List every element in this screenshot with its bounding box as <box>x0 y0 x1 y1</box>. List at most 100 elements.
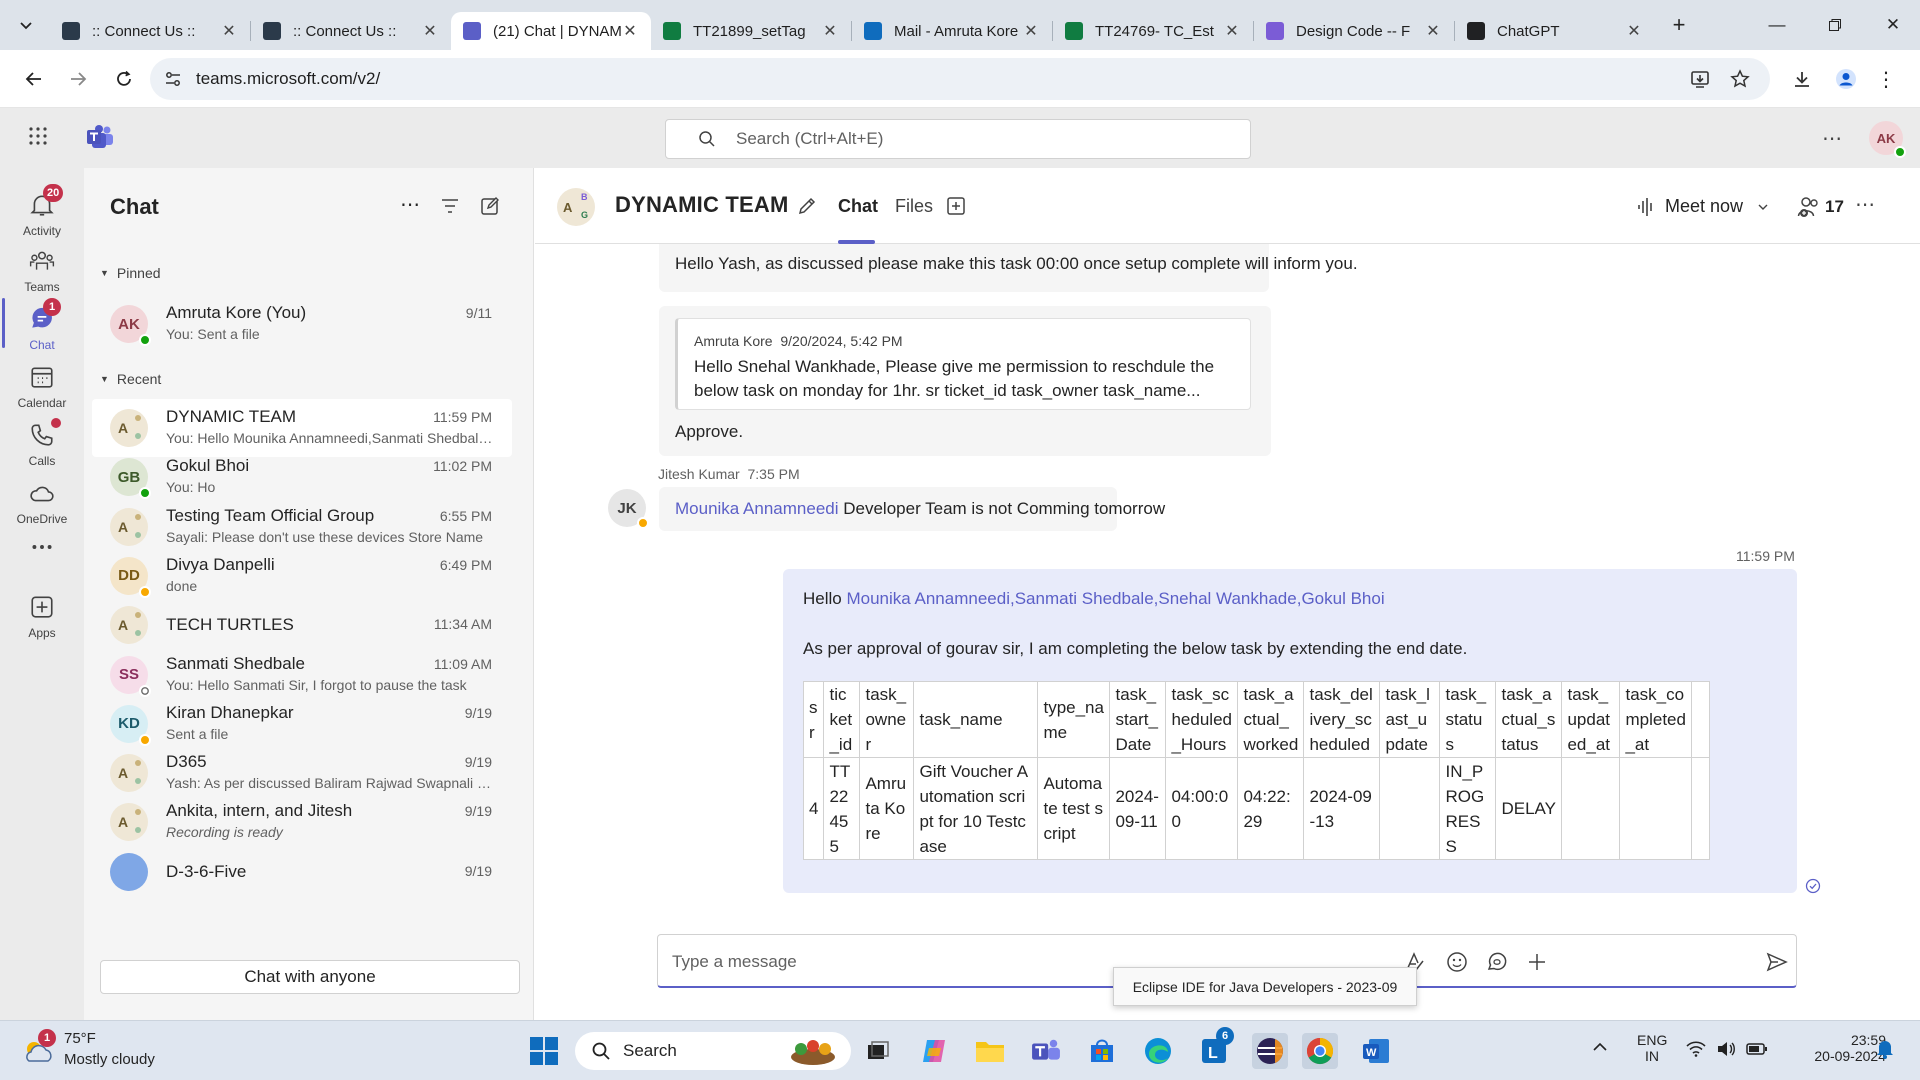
battery-icon[interactable] <box>1746 1041 1768 1057</box>
close-tab-icon[interactable]: ✕ <box>421 22 439 40</box>
app-launcher-icon[interactable] <box>28 126 48 146</box>
windows-start-icon[interactable] <box>526 1033 562 1069</box>
teams-taskbar-icon[interactable] <box>1028 1033 1064 1069</box>
rail-item-onedrive[interactable]: OneDrive <box>0 462 84 526</box>
edit-name-icon[interactable] <box>797 196 817 216</box>
rail-item-teams[interactable]: Teams <box>0 230 84 294</box>
taskbar-search[interactable]: Search <box>575 1032 851 1070</box>
rail-item-chat[interactable]: 1 Chat <box>0 288 84 352</box>
participants-button[interactable]: 17 <box>1797 196 1844 218</box>
close-tab-icon[interactable]: ✕ <box>1625 22 1643 40</box>
chat-list-more-icon[interactable]: ⋯ <box>400 192 420 217</box>
user-avatar[interactable]: AK <box>1869 121 1906 158</box>
member-dot <box>135 630 141 637</box>
copilot-icon[interactable] <box>916 1033 952 1069</box>
rail-item-activity[interactable]: 20 Activity <box>0 174 84 238</box>
message-bubble[interactable]: Mounika Annamneedi Developer Team is not… <box>659 487 1165 531</box>
teams-search-input[interactable]: Search (Ctrl+Alt+E) <box>665 119 1251 159</box>
message-bubble[interactable]: Amruta Kore 9/20/2024, 5:42 PM Hello Sne… <box>659 306 1271 456</box>
browser-tab[interactable]: :: Connect Us :: ✕ <box>50 12 250 50</box>
my-message-bubble[interactable]: Hello Mounika Annamneedi,Sanmati Shedbal… <box>783 569 1797 893</box>
rail-item-calls[interactable]: Calls <box>0 404 84 468</box>
mention[interactable]: Mounika Annamneedi <box>675 499 839 518</box>
conversation-more-icon[interactable]: ⋯ <box>1855 192 1875 217</box>
send-icon[interactable] <box>1764 949 1790 975</box>
rail-item-more[interactable] <box>0 518 84 582</box>
browser-tab[interactable]: ChatGPT ✕ <box>1455 12 1655 50</box>
quoted-message[interactable]: Amruta Kore 9/20/2024, 5:42 PM Hello Sne… <box>675 318 1251 410</box>
minimize-button[interactable]: — <box>1748 0 1806 50</box>
notification-bell-icon[interactable] <box>1876 1039 1894 1059</box>
browser-tab[interactable]: :: Connect Us :: ✕ <box>251 12 451 50</box>
filter-icon[interactable] <box>440 196 460 216</box>
language-indicator[interactable]: ENG IN <box>1637 1032 1667 1064</box>
weather-temp[interactable]: 75°F <box>64 1030 96 1047</box>
edge-icon[interactable] <box>1140 1033 1176 1069</box>
table-header-cell: task_start_Date <box>1109 681 1167 758</box>
chrome-icon[interactable] <box>1302 1033 1338 1069</box>
browser-tab[interactable]: (21) Chat | DYNAMIC TEAM✕ <box>451 12 651 50</box>
tab-search-button[interactable] <box>6 8 46 42</box>
chat-list-item[interactable]: AK Amruta Kore (You) You: Sent a file 9/11 <box>92 295 512 353</box>
rail-item-calendar[interactable]: Calendar <box>0 346 84 410</box>
word-icon[interactable]: W <box>1358 1033 1394 1069</box>
outlook-icon[interactable]: L 6 <box>1196 1027 1234 1069</box>
weather-desc[interactable]: Mostly cloudy <box>64 1051 155 1068</box>
tab-files[interactable]: Files <box>895 196 933 217</box>
close-tab-icon[interactable]: ✕ <box>220 22 238 40</box>
chat-with-anyone-button[interactable]: Chat with anyone <box>100 960 520 994</box>
back-button[interactable] <box>14 59 54 99</box>
chat-icon: 1 <box>29 298 61 332</box>
browser-tab[interactable]: Mail - Amruta Kore ✕ <box>852 12 1052 50</box>
clock[interactable]: 23:59 20-09-2024 <box>1808 1032 1886 1064</box>
volume-icon[interactable] <box>1716 1041 1736 1057</box>
browser-tab[interactable]: TT21899_setTag ✕ <box>651 12 851 50</box>
install-app-icon[interactable] <box>1680 50 1720 108</box>
meet-now-button[interactable]: Meet now <box>1637 196 1769 217</box>
new-tab-button[interactable]: + <box>1663 9 1695 41</box>
mention[interactable]: Mounika Annamneedi <box>846 589 1010 608</box>
file-explorer-icon[interactable] <box>972 1033 1008 1069</box>
tab-chat[interactable]: Chat <box>838 196 878 217</box>
weather-widget-icon[interactable]: 1 <box>20 1029 56 1067</box>
close-tab-icon[interactable]: ✕ <box>1424 22 1442 40</box>
close-window-button[interactable]: ✕ <box>1864 0 1920 50</box>
close-tab-icon[interactable]: ✕ <box>621 22 639 40</box>
sender-avatar[interactable]: JK <box>608 489 649 529</box>
task-view-icon[interactable] <box>860 1033 896 1069</box>
browser-menu-icon[interactable]: ⋮ <box>1866 50 1906 108</box>
mention[interactable]: Gokul Bhoi <box>1301 589 1384 608</box>
wifi-icon[interactable] <box>1686 1041 1706 1057</box>
site-info-icon[interactable] <box>164 70 182 88</box>
close-tab-icon[interactable]: ✕ <box>1223 22 1241 40</box>
browser-tab[interactable]: TT24769- TC_Est ✕ <box>1053 12 1253 50</box>
show-hidden-icons[interactable] <box>1592 1039 1608 1055</box>
mention[interactable]: Sanmati Shedbale <box>1015 589 1154 608</box>
caret-down-icon: ▼ <box>100 374 109 384</box>
recent-section-header[interactable]: ▼ Recent <box>100 371 161 387</box>
chat-name: D-3-6-Five <box>166 861 247 881</box>
pinned-section-header[interactable]: ▼ Pinned <box>100 265 161 281</box>
presence-available-icon <box>1894 146 1906 158</box>
close-tab-icon[interactable]: ✕ <box>821 22 839 40</box>
browser-tab[interactable]: Design Code -- F ✕ <box>1254 12 1454 50</box>
forward-button[interactable] <box>58 59 98 99</box>
add-tab-icon[interactable] <box>946 196 966 216</box>
new-chat-icon[interactable] <box>480 196 500 216</box>
downloads-icon[interactable] <box>1782 50 1822 108</box>
settings-more-icon[interactable]: ⋯ <box>1822 126 1843 151</box>
bookmark-star-icon[interactable] <box>1720 50 1760 108</box>
plus-icon[interactable] <box>1524 949 1550 975</box>
loop-icon[interactable] <box>1484 949 1510 975</box>
url-omnibox[interactable]: teams.microsoft.com/v2/ <box>150 58 1770 100</box>
profile-icon[interactable] <box>1826 50 1866 108</box>
store-icon[interactable] <box>1084 1033 1120 1069</box>
chat-list-item[interactable]: D-3-6-Five 9/19 <box>92 843 512 901</box>
restore-button[interactable] <box>1806 0 1864 50</box>
eclipse-icon[interactable] <box>1252 1033 1288 1069</box>
close-tab-icon[interactable]: ✕ <box>1022 22 1040 40</box>
emoji-icon[interactable] <box>1444 949 1470 975</box>
mention[interactable]: Snehal Wankhade <box>1158 589 1296 608</box>
rail-item-apps[interactable]: Apps <box>0 576 84 640</box>
reload-button[interactable] <box>104 59 144 99</box>
